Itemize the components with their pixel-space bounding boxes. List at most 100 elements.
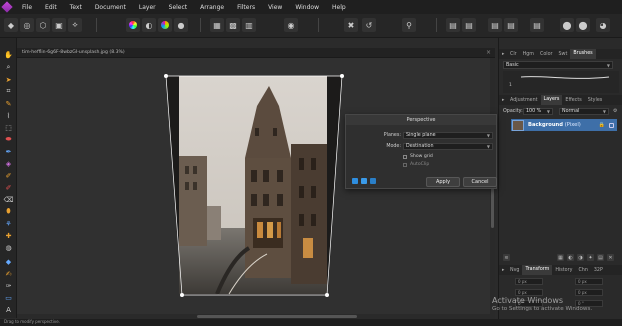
hand-tool-icon[interactable]: ✋ xyxy=(3,50,14,59)
add-fx-icon[interactable]: ✦ xyxy=(587,254,594,261)
menu-layer[interactable]: Layer xyxy=(131,4,161,11)
selection-mode-icon[interactable]: ▦ xyxy=(210,18,224,32)
align-left-icon[interactable]: ▤ xyxy=(446,18,460,32)
move-tool-icon[interactable]: ➤ xyxy=(3,75,14,84)
tab-adjustment[interactable]: Adjustment xyxy=(507,98,541,103)
marquee-tool-icon[interactable]: ⬚ xyxy=(3,123,14,132)
photo-persona-icon[interactable]: ◆ xyxy=(4,18,18,32)
undo-redo-icon[interactable]: ↺ xyxy=(362,18,376,32)
color-picker-icon[interactable]: ✒ xyxy=(3,147,14,156)
tab-clr[interactable]: Clr xyxy=(507,52,520,57)
cancel-button[interactable]: Cancel xyxy=(463,177,497,187)
tab-layers[interactable]: Layers xyxy=(540,95,563,105)
snapping-icon[interactable]: ◉ xyxy=(284,18,298,32)
apply-button[interactable]: Apply xyxy=(426,177,460,187)
dodge-tool-icon[interactable]: ⬮ xyxy=(3,207,14,216)
color-wheel-icon[interactable] xyxy=(126,18,140,32)
align-center-icon[interactable]: ▤ xyxy=(462,18,476,32)
opacity-dropdown[interactable]: 100 % ▼ xyxy=(523,108,553,115)
user-icon[interactable]: ◕ xyxy=(596,18,610,32)
blur-tool-icon[interactable]: ◆ xyxy=(3,257,14,266)
layer-options-icon[interactable]: ≋ xyxy=(503,254,510,261)
lock-icon[interactable]: 🔒 xyxy=(599,122,605,128)
tab-32p[interactable]: 32P xyxy=(591,268,606,273)
menu-select[interactable]: Select xyxy=(161,4,193,11)
menu-arrange[interactable]: Arrange xyxy=(192,4,229,11)
menu-filters[interactable]: Filters xyxy=(229,4,260,11)
document-tab[interactable]: tim-hefflin-6g6F-8wbzGI-unsplash.jpg (8.… xyxy=(17,48,495,58)
shape-tool-icon[interactable]: ▭ xyxy=(3,293,14,302)
red-eye-icon[interactable]: ◍ xyxy=(3,243,14,252)
crop-tool-icon[interactable]: ⌗ xyxy=(3,87,14,96)
export-persona-icon[interactable]: ⟡ xyxy=(68,18,82,32)
tab-hgm[interactable]: Hgm xyxy=(520,52,537,57)
menu-document[interactable]: Document xyxy=(87,4,131,11)
paint-brush-icon[interactable]: ✐ xyxy=(3,171,14,180)
tab-chn[interactable]: Chn xyxy=(575,268,590,273)
flood-select-icon[interactable]: ⬬ xyxy=(3,135,14,144)
zoom-tool-icon[interactable]: ⌕ xyxy=(3,63,14,72)
brush-tool-icon[interactable]: ⚲ xyxy=(402,18,416,32)
add-mask-icon[interactable]: ◐ xyxy=(567,254,574,261)
panel-toggle-icon[interactable]: ▸ xyxy=(499,52,507,57)
menu-view[interactable]: View xyxy=(260,4,287,11)
reset-icon[interactable] xyxy=(370,178,376,184)
layer-row-background[interactable]: Background (Pixel) 🔒 xyxy=(511,119,617,131)
layer-settings-icon[interactable]: ⚙ xyxy=(613,108,617,114)
distribute-icon[interactable]: ▤ xyxy=(530,18,544,32)
tab-nvg[interactable]: Nvg xyxy=(507,268,522,273)
hsl-icon[interactable] xyxy=(158,18,172,32)
menu-file[interactable]: File xyxy=(14,4,37,11)
erase-brush-icon[interactable]: ⌫ xyxy=(3,195,14,204)
layer-visibility-checkbox[interactable] xyxy=(609,122,614,128)
tab-brushes[interactable]: Brushes xyxy=(570,49,596,59)
align-top-icon[interactable]: ▤ xyxy=(504,18,518,32)
arrange-icon[interactable]: ⬤ xyxy=(560,18,574,32)
add-adjustment-icon[interactable]: ◑ xyxy=(577,254,584,261)
blend-mode-dropdown[interactable]: Normal ▼ xyxy=(559,108,609,115)
menu-help[interactable]: Help xyxy=(324,4,351,11)
show-grid-checkbox[interactable]: Show grid xyxy=(403,154,433,159)
delete-layer-icon[interactable]: ✕ xyxy=(607,254,614,261)
brush-preview[interactable]: 1 xyxy=(503,71,619,93)
liquify-persona-icon[interactable]: ◎ xyxy=(20,18,34,32)
align-right-icon[interactable]: ▤ xyxy=(488,18,502,32)
add-pixel-layer-icon[interactable]: ▦ xyxy=(557,254,564,261)
transform-y-field[interactable]: 0 px xyxy=(515,289,543,296)
quick-mask-icon[interactable]: ▥ xyxy=(242,18,256,32)
mask-icon[interactable]: ▩ xyxy=(226,18,240,32)
menu-edit[interactable]: Edit xyxy=(37,4,62,11)
tab-history[interactable]: History xyxy=(552,268,575,273)
planes-dropdown[interactable]: Single plane ▼ xyxy=(403,132,493,139)
develop-persona-icon[interactable]: ⬡ xyxy=(36,18,50,32)
freehand-selection-icon[interactable]: ⌇ xyxy=(3,111,14,120)
panel-toggle-icon-3[interactable]: ▸ xyxy=(499,268,507,273)
panel-toggle-icon-2[interactable]: ▸ xyxy=(499,98,507,103)
menu-text[interactable]: Text xyxy=(62,4,87,11)
selection-brush-icon[interactable]: ✎ xyxy=(3,99,14,108)
mode-dropdown[interactable]: Destination ▼ xyxy=(403,143,493,150)
assistant-icon[interactable]: ✖ xyxy=(344,18,358,32)
tab-effects[interactable]: Effects xyxy=(562,98,584,103)
menu-window[interactable]: Window xyxy=(287,4,324,11)
merge-icon[interactable] xyxy=(361,178,367,184)
transform-x-field[interactable]: 0 px xyxy=(515,278,543,285)
levels-icon[interactable]: ◐ xyxy=(142,18,156,32)
close-icon[interactable]: × xyxy=(486,49,491,56)
preset-icon[interactable] xyxy=(352,178,358,184)
clone-tool-icon[interactable]: ⚘ xyxy=(3,219,14,228)
tab-swt[interactable]: Swt xyxy=(556,52,571,57)
tab-styles[interactable]: Styles xyxy=(585,98,606,103)
text-tool-icon[interactable]: A xyxy=(3,305,14,314)
brush-category-dropdown[interactable]: Basic ▼ xyxy=(503,61,613,69)
transform-h-field[interactable]: 0 px xyxy=(575,289,603,296)
pixel-tool-icon[interactable]: ✐ xyxy=(3,183,14,192)
smudge-tool-icon[interactable]: ✍ xyxy=(3,269,14,278)
tab-transform[interactable]: Transform xyxy=(522,265,553,275)
tab-color[interactable]: Color xyxy=(537,52,556,57)
autoclip-checkbox[interactable]: AutoClip xyxy=(403,162,429,167)
healing-brush-icon[interactable]: ✚ xyxy=(3,231,14,240)
arrange-back-icon[interactable]: ⬤ xyxy=(576,18,590,32)
add-group-icon[interactable]: ▤ xyxy=(597,254,604,261)
transform-w-field[interactable]: 0 px xyxy=(575,278,603,285)
